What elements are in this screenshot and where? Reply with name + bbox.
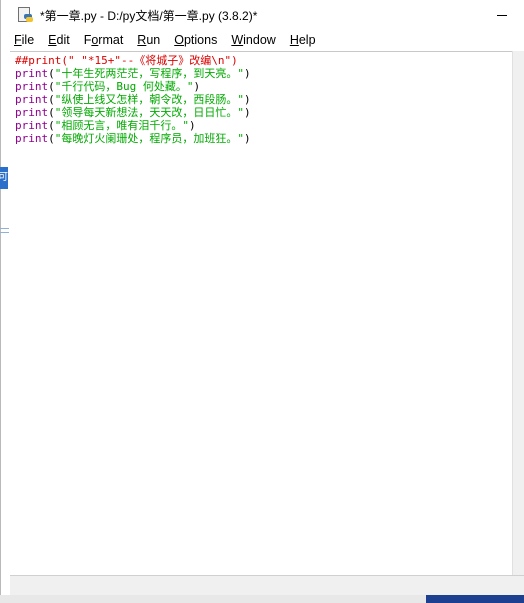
code-line[interactable]: print("十年生死两茫茫，写程序，到天亮。") [15, 67, 251, 80]
code-token: print [15, 93, 49, 106]
code-token: ) [244, 106, 251, 119]
code-token: "领导每天新想法，天天改，日日忙。" [54, 106, 244, 119]
menu-accelerator-key: F [14, 33, 22, 47]
code-line[interactable]: print("相顾无言，唯有泪千行。") [15, 119, 251, 132]
code-token: "每晚灯火阑珊处，程序员，加班狂。" [54, 132, 244, 145]
code-token: ( [48, 67, 55, 80]
minimize-button[interactable] [479, 0, 524, 30]
code-token: ) [189, 119, 196, 132]
status-area [10, 575, 524, 596]
code-token: print [15, 132, 49, 145]
code-line[interactable]: print("每晚灯火阑珊处，程序员，加班狂。") [15, 132, 251, 145]
menu-label-part: elp [298, 33, 316, 47]
title-bar[interactable]: *第一章.py - D:/py文档/第一章.py (3.8.2)* [1, 0, 524, 30]
code-token: ( [48, 119, 55, 132]
menu-accelerator-key: H [289, 33, 299, 47]
python-file-icon[interactable] [17, 6, 34, 24]
code-token: ##print(" "*15+"--《将城子》改编\n") [15, 54, 238, 67]
menu-item[interactable]: Help [283, 30, 323, 50]
background-window-tab[interactable]: 可 [0, 167, 8, 189]
code-token: ) [244, 93, 251, 106]
menu-accelerator-key: R [137, 33, 147, 47]
code-token: "十年生死两茫茫，写程序，到天亮。" [54, 67, 244, 80]
idle-editor-window: *第一章.py - D:/py文档/第一章.py (3.8.2)* File Ed… [0, 0, 524, 603]
background-divider [0, 228, 9, 229]
code-token: print [15, 106, 49, 119]
menu-bar: File Edit Format Run Options Window Help [1, 30, 524, 50]
vertical-scrollbar[interactable] [512, 51, 524, 575]
code-text[interactable]: ##print(" "*15+"--《将城子》改编\n") print("十年生死… [15, 54, 251, 145]
code-token: print [15, 119, 49, 132]
menu-label-part: ile [21, 33, 35, 47]
background-tab-label: 可 [0, 172, 8, 183]
code-line[interactable]: print("领导每天新想法，天天改，日日忙。") [15, 106, 251, 119]
menu-label-part: rmat [98, 33, 124, 47]
minimize-icon [497, 14, 507, 16]
code-editor[interactable]: ##print(" "*15+"--《将城子》改编\n") print("十年生死… [10, 51, 512, 576]
menu-item[interactable]: Run [130, 30, 167, 50]
code-token: ( [48, 93, 55, 106]
code-token: "纵使上线又怎样，朝令改，西段肠。" [54, 93, 244, 106]
code-token: ( [48, 80, 55, 93]
code-token: ) [244, 67, 251, 80]
code-token: ( [48, 106, 55, 119]
menu-item[interactable]: File [1, 30, 41, 50]
background-divider [0, 232, 9, 233]
code-token: ( [48, 132, 55, 145]
menu-item[interactable]: Format [77, 30, 131, 50]
window-title: *第一章.py - D:/py文档/第一章.py (3.8.2)* [40, 8, 258, 23]
code-line[interactable]: print("纵使上线又怎样，朝令改，西段肠。") [15, 93, 251, 106]
menu-item[interactable]: Edit [41, 30, 77, 50]
menu-item[interactable]: Options [167, 30, 224, 50]
code-token: print [15, 67, 49, 80]
code-token: ) [193, 80, 201, 93]
menu-accelerator-key: E [48, 33, 57, 47]
menu-item[interactable]: Window [224, 30, 282, 50]
code-token: "相顾无言，唯有泪千行。" [54, 119, 189, 132]
menu-label-part: indow [243, 33, 276, 47]
taskbar-active-item[interactable] [426, 595, 524, 603]
menu-accelerator-key: O [174, 33, 184, 47]
code-token: "千行代码，Bug 何处藏。" [54, 80, 194, 93]
menu-label-part: dit [56, 33, 70, 47]
taskbar-strip [0, 595, 524, 603]
code-token: print [15, 80, 49, 93]
menu-label-part: ptions [183, 33, 218, 47]
code-line[interactable]: print("千行代码，Bug 何处藏。") [15, 80, 251, 93]
menu-label-part: un [146, 33, 161, 47]
menu-accelerator-key: W [231, 33, 244, 47]
code-token: ) [244, 132, 251, 145]
code-line[interactable]: ##print(" "*15+"--《将城子》改编\n") [15, 54, 251, 67]
